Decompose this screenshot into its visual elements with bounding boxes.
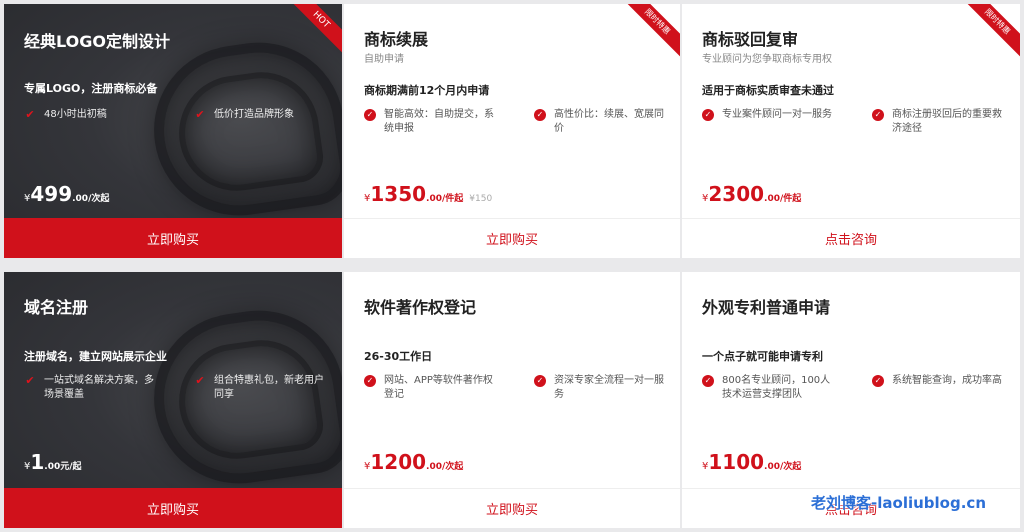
card-title: 域名注册 <box>24 298 89 317</box>
product-card-trademark-renewal: 限时特惠 商标续展 自助申请 商标期满前12个月内申请 ✓ 智能高效：自助提交，… <box>344 4 680 258</box>
feature-item: ✓ 专业案件顾问一对一服务 <box>702 108 832 122</box>
price-unit: .00元/起 <box>44 462 82 472</box>
buy-now-button[interactable]: 立即购买 <box>344 488 680 528</box>
price: ¥1200.00/次起 <box>364 450 463 474</box>
feature-text: 48小时出初稿 <box>44 109 107 120</box>
check-icon: ✔ <box>195 374 205 387</box>
check-icon: ✓ <box>534 375 546 387</box>
price-unit: .00/次起 <box>72 194 110 204</box>
consult-button[interactable]: 点击咨询 <box>682 218 1020 258</box>
feature-text: 专业案件顾问一对一服务 <box>722 109 832 120</box>
feature-item: ✓ 智能高效：自助提交，系统申报 <box>364 108 494 136</box>
price: ¥1100.00/次起 <box>702 450 801 474</box>
card-title: 软件著作权登记 <box>364 298 477 317</box>
price-amount: 1200 <box>370 450 427 474</box>
feature-text: 商标注册驳回后的重要救济途径 <box>892 109 1002 134</box>
card-headline: 专属LOGO，注册商标必备 <box>24 82 158 95</box>
feature-item: ✓ 高性价比：续展、宽展同价 <box>534 108 664 136</box>
card-headline: 一个点子就可能申请专利 <box>702 350 823 363</box>
check-icon: ✓ <box>702 375 714 387</box>
price-amount: 499 <box>30 182 73 206</box>
check-icon: ✔ <box>25 374 35 387</box>
price-unit: .00/件起 <box>426 194 464 204</box>
heart-3d-graphic-inner <box>171 64 327 199</box>
check-icon: ✓ <box>872 109 884 121</box>
price-unit: .00/次起 <box>764 462 802 472</box>
buy-now-button[interactable]: 立即购买 <box>344 218 680 258</box>
feature-text: 系统智能查询，成功率高 <box>892 375 1002 386</box>
limited-offer-badge: 限时特惠 <box>619 4 680 60</box>
feature-item: ✔ 低价打造品牌形象 <box>194 108 324 122</box>
card-headline: 适用于商标实质审查未通过 <box>702 84 834 97</box>
feature-text: 资深专家全流程一对一服务 <box>554 375 664 400</box>
product-card-domain-registration: 域名注册 注册域名，建立网站展示企业 ✔ 一站式域名解决方案，多场景覆盖 ✔ 组… <box>4 272 342 528</box>
feature-text: 智能高效：自助提交，系统申报 <box>384 109 494 134</box>
check-icon: ✔ <box>195 108 205 121</box>
feature-text: 高性价比：续展、宽展同价 <box>554 109 664 134</box>
limited-offer-badge: 限时特惠 <box>959 4 1020 60</box>
heart-3d-graphic <box>143 31 342 227</box>
feature-item: ✓ 系统智能查询，成功率高 <box>872 374 1002 388</box>
feature-text: 低价打造品牌形象 <box>214 109 294 120</box>
price-unit: .00/件起 <box>764 194 802 204</box>
product-card-software-copyright: 软件著作权登记 26-30工作日 ✓ 网站、APP等软件著作权登记 ✓ 资深专家… <box>344 272 680 528</box>
price: ¥1350.00/件起 ¥150 <box>364 182 492 206</box>
price-amount: 1 <box>30 450 45 474</box>
feature-item: ✓ 网站、APP等软件著作权登记 <box>364 374 494 402</box>
price: ¥2300.00/件起 <box>702 182 801 206</box>
check-icon: ✓ <box>364 375 376 387</box>
original-price: ¥150 <box>469 194 493 204</box>
feature-text: 组合特惠礼包，新老用户同享 <box>214 375 324 400</box>
card-title: 商标续展 <box>364 30 429 49</box>
card-headline: 26-30工作日 <box>364 350 433 363</box>
product-card-design-patent: 外观专利普通申请 一个点子就可能申请专利 ✓ 800名专业顾问，100人技术运营… <box>682 272 1020 528</box>
buy-now-button[interactable]: 立即购买 <box>4 218 342 258</box>
product-card-trademark-review: 限时特惠 商标驳回复审 专业顾问为您争取商标专用权 适用于商标实质审查未通过 ✓… <box>682 4 1020 258</box>
card-title: 商标驳回复审 <box>702 30 799 49</box>
card-subtitle: 专业顾问为您争取商标专用权 <box>702 54 832 65</box>
card-title: 外观专利普通申请 <box>702 298 831 317</box>
product-card-logo-design: HOT 经典LOGO定制设计 专属LOGO，注册商标必备 ✔ 48小时出初稿 ✔… <box>4 4 342 258</box>
feature-item: ✔ 48小时出初稿 <box>24 108 154 122</box>
price: ¥499.00/次起 <box>24 182 109 206</box>
price: ¥1.00元/起 <box>24 450 82 474</box>
feature-item: ✔ 一站式域名解决方案，多场景覆盖 <box>24 374 154 402</box>
feature-item: ✓ 资深专家全流程一对一服务 <box>534 374 664 402</box>
check-icon: ✓ <box>702 109 714 121</box>
feature-item: ✓ 800名专业顾问，100人技术运营支撑团队 <box>702 374 832 402</box>
buy-now-button[interactable]: 立即购买 <box>4 488 342 528</box>
price-amount: 1350 <box>370 182 427 206</box>
card-headline: 商标期满前12个月内申请 <box>364 84 490 97</box>
check-icon: ✓ <box>364 109 376 121</box>
hot-badge: HOT <box>283 4 342 58</box>
card-title: 经典LOGO定制设计 <box>24 32 170 51</box>
check-icon: ✓ <box>872 375 884 387</box>
price-amount: 2300 <box>708 182 765 206</box>
feature-text: 800名专业顾问，100人技术运营支撑团队 <box>722 375 831 400</box>
blog-watermark: 老刘博客-laoliublog.cn <box>811 494 986 512</box>
feature-item: ✔ 组合特惠礼包，新老用户同享 <box>194 374 324 402</box>
check-icon: ✓ <box>534 109 546 121</box>
card-subtitle: 自助申请 <box>364 54 404 65</box>
price-amount: 1100 <box>708 450 765 474</box>
check-icon: ✔ <box>25 108 35 121</box>
feature-item: ✓ 商标注册驳回后的重要救济途径 <box>872 108 1002 136</box>
price-unit: .00/次起 <box>426 462 464 472</box>
feature-text: 一站式域名解决方案，多场景覆盖 <box>44 375 154 400</box>
feature-text: 网站、APP等软件著作权登记 <box>384 375 493 400</box>
card-headline: 注册域名，建立网站展示企业 <box>24 350 167 363</box>
